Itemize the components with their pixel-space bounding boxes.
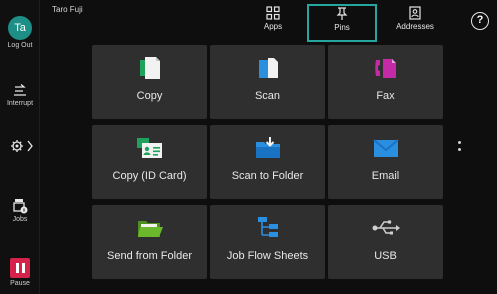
chevron-right-icon	[27, 140, 33, 152]
page-dot	[458, 148, 461, 151]
address-book-icon	[409, 6, 421, 20]
user-avatar: Ta	[8, 16, 32, 40]
jobs-button[interactable]: Jobs	[0, 198, 40, 223]
app-tile-job-flow-sheets[interactable]: Job Flow Sheets	[210, 205, 325, 279]
app-tile-email[interactable]: Email	[328, 125, 443, 199]
tab-addresses[interactable]: Addresses	[380, 0, 450, 44]
email-icon	[372, 139, 399, 157]
tab-apps[interactable]: Apps	[240, 0, 306, 44]
pause-button[interactable]: Pause	[0, 258, 40, 287]
logout-button[interactable]: Ta Log Out	[0, 16, 40, 49]
app-tile-label: Copy	[136, 90, 163, 102]
jobs-label: Jobs	[12, 216, 28, 223]
job-flow-sheets-icon	[257, 217, 278, 237]
app-tile-scan[interactable]: Scan	[210, 45, 325, 119]
app-tile-label: Fax	[376, 90, 395, 102]
app-tile-fax[interactable]: Fax	[328, 45, 443, 119]
app-tile-label: Email	[371, 170, 400, 182]
tab-apps-label: Apps	[263, 22, 283, 31]
app-tile-copy-id-card[interactable]: Copy (ID Card)	[92, 125, 207, 199]
interrupt-icon	[14, 84, 26, 96]
pin-icon	[336, 7, 348, 20]
app-tile-label: Send from Folder	[107, 250, 192, 262]
page-dot	[458, 141, 461, 144]
tab-pins[interactable]: Pins	[307, 4, 377, 42]
app-tile-label: Scan	[254, 90, 281, 102]
interrupt-button[interactable]: Interrupt	[0, 84, 40, 107]
page-indicator[interactable]	[458, 141, 462, 155]
copy-icon	[139, 57, 160, 79]
gear-icon	[11, 140, 33, 152]
pause-icon	[10, 258, 30, 278]
app-tile-usb[interactable]: USB	[328, 205, 443, 279]
left-rail: Ta Log Out Interrupt Jobs Pause	[0, 0, 40, 294]
app-tile-send-from-folder[interactable]: Send from Folder	[92, 205, 207, 279]
device-settings-button[interactable]	[0, 138, 40, 154]
jobs-icon	[13, 199, 28, 214]
app-tile-label: USB	[374, 250, 397, 262]
scan-to-folder-icon	[255, 137, 280, 158]
scan-icon	[258, 58, 278, 78]
usb-icon	[372, 220, 400, 235]
logout-label: Log Out	[7, 42, 33, 49]
app-tile-copy[interactable]: Copy	[92, 45, 207, 119]
tab-addresses-label: Addresses	[396, 22, 434, 31]
apps-grid-icon	[266, 6, 280, 20]
send-from-folder-icon	[137, 221, 163, 237]
fax-icon	[374, 59, 396, 78]
app-tile-label: Scan to Folder	[231, 170, 304, 182]
app-tile-label: Copy (ID Card)	[112, 170, 187, 182]
tab-pins-label: Pins	[334, 23, 350, 32]
id-card-copy-icon	[136, 138, 162, 158]
interrupt-label: Interrupt	[6, 100, 34, 107]
app-tile-label: Job Flow Sheets	[226, 250, 309, 262]
app-tile-scan-to-folder[interactable]: Scan to Folder	[210, 125, 325, 199]
pause-label: Pause	[10, 280, 30, 287]
help-button[interactable]: ?	[471, 12, 489, 30]
user-name: Taro Fuji	[52, 5, 83, 14]
